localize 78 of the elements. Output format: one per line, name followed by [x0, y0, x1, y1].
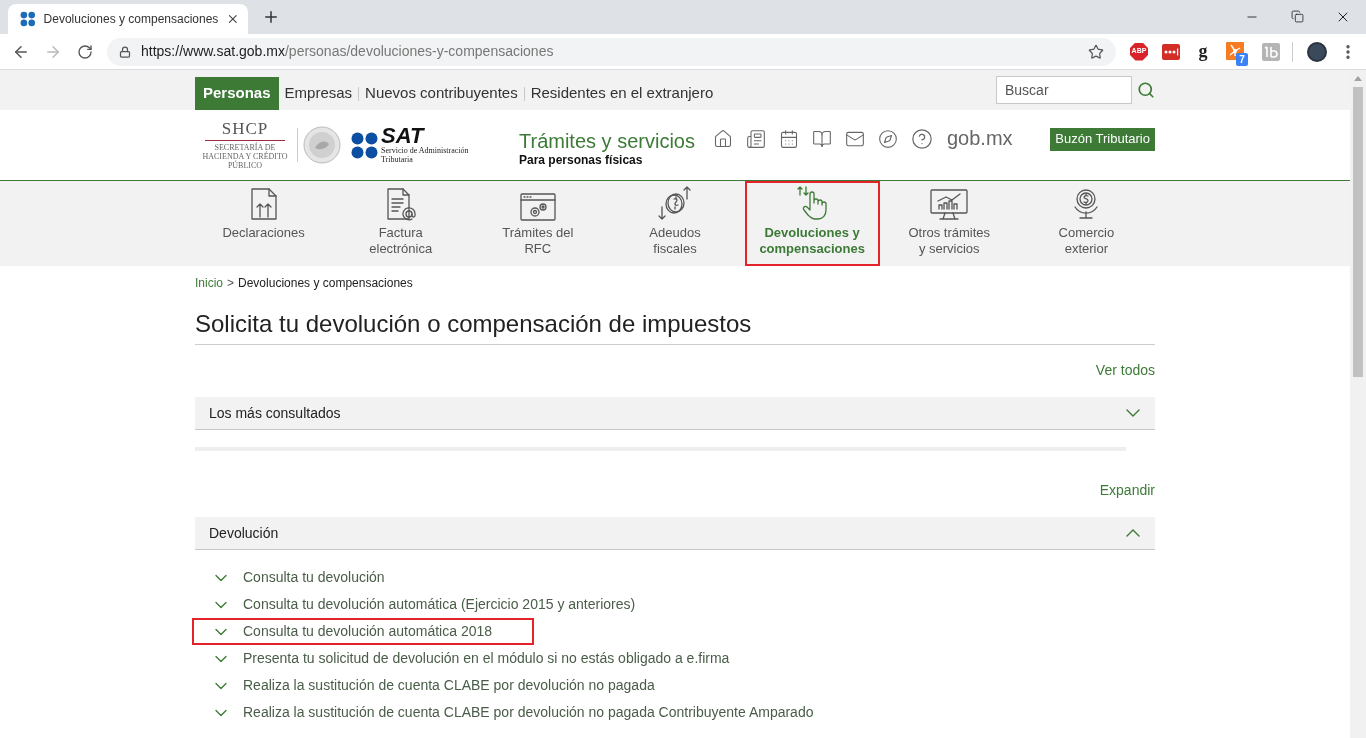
- home-icon[interactable]: [712, 129, 733, 149]
- list-link[interactable]: Consulta tu devolución automática (Ejercicio 2015 y anteriores): [192, 591, 678, 618]
- browser-tab[interactable]: Devoluciones y compensaciones: [8, 4, 248, 34]
- nav-item[interactable]: Trámites del RFC: [470, 181, 606, 266]
- tab-title: Devoluciones y compensaciones: [43, 11, 219, 28]
- notification-badge: 7: [1236, 52, 1248, 66]
- nav-item[interactable]: Otros trámites y servicios: [881, 181, 1017, 266]
- nav-label: Declaraciones: [222, 225, 305, 241]
- grammar-extension-button[interactable]: g: [1194, 41, 1212, 62]
- nav-label: Devoluciones y compensaciones: [759, 225, 865, 257]
- list-link[interactable]: Realiza la sustitución de cuenta CLABE por devolución no pagada Contribuyente Amparado: [192, 699, 856, 726]
- accordion-header[interactable]: Los más consultados: [195, 397, 1155, 430]
- close-tab-icon[interactable]: [226, 12, 240, 26]
- search-icon[interactable]: [1137, 81, 1155, 99]
- sat-logo-icon: [351, 131, 378, 159]
- nav-label: Comercio exterior: [1058, 225, 1115, 257]
- help-icon[interactable]: [910, 128, 933, 150]
- logo-text: SAT: [381, 126, 425, 146]
- section-subtitle: Para personas físicas: [519, 152, 644, 168]
- gob-logo[interactable]: gob.mx: [946, 123, 1013, 153]
- lock-icon: [119, 45, 131, 58]
- logo-subtitle: Servicio de Administración Tributaria: [381, 146, 470, 164]
- list-link[interactable]: Consulta tu devolución: [192, 564, 427, 591]
- logo-subtitle: SECRETARÍA DE HACIENDA Y CRÉDITO PÚBLICO: [201, 143, 289, 170]
- nav-label: Otros trámites y servicios: [908, 225, 991, 257]
- coin-arrows-icon: [657, 185, 693, 221]
- mail-icon[interactable]: [844, 129, 865, 149]
- compass-icon[interactable]: [877, 129, 898, 149]
- calendar-icon[interactable]: [778, 129, 799, 149]
- list-link[interactable]: Consulta tu devolución automática 2018: [192, 618, 535, 645]
- restore-icon[interactable]: [1291, 10, 1304, 23]
- nav-item[interactable]: Declaraciones: [196, 181, 332, 266]
- nav-label: Factura electrónica: [369, 225, 433, 257]
- monitor-chart-icon: [930, 189, 969, 221]
- search-field[interactable]: Buscar: [996, 76, 1132, 104]
- nav-item[interactable]: Adeudos fiscales: [607, 181, 743, 266]
- new-tab-icon[interactable]: [262, 8, 280, 26]
- scrollbar-thumb[interactable]: [1353, 87, 1363, 377]
- section-title: Trámites y servicios: [519, 128, 695, 153]
- book-icon[interactable]: [811, 129, 832, 149]
- list-link[interactable]: Presenta tu solicitud de devolución en el módulo si no estás obligado a e.firma: [192, 645, 772, 672]
- top-nav-link[interactable]: Nuevos contribuyentes: [359, 77, 524, 110]
- top-nav-link[interactable]: Residentes en el extranjero: [524, 77, 720, 110]
- nav-item[interactable]: Factura electrónica: [333, 181, 469, 266]
- nav-label: Trámites del RFC: [502, 225, 574, 257]
- logo-text: SHCP: [221, 120, 269, 138]
- address-bar[interactable]: https://www.sat.gob.mx/personas/devoluciones-y-compensaciones: [107, 37, 1116, 66]
- mailbox-button[interactable]: Buzón Tributario: [1050, 127, 1155, 151]
- newspaper-icon[interactable]: [745, 129, 766, 149]
- top-nav-link[interactable]: Personas: [195, 77, 279, 110]
- page-title: Solicita tu devolución o compensación de impuestos: [195, 309, 1155, 345]
- url-path: /personas/devoluciones-y-compensaciones: [284, 42, 554, 61]
- accordion-title: Devolución: [209, 523, 279, 543]
- view-all-link[interactable]: Ver todos: [1095, 361, 1155, 379]
- accordion-header[interactable]: Devolución: [195, 517, 1155, 550]
- bookmark-star-icon[interactable]: [1088, 43, 1104, 60]
- top-nav-link[interactable]: Empresas: [278, 77, 359, 110]
- network-extension-button[interactable]: 7: [1226, 41, 1248, 66]
- nav-label: Adeudos fiscales: [649, 225, 701, 257]
- expand-link[interactable]: Expandir: [1099, 481, 1155, 499]
- profile-avatar[interactable]: [1307, 41, 1327, 62]
- url-origin: https://www.sat.gob.mx: [141, 42, 285, 61]
- nav-item[interactable]: Comercio exterior: [1018, 181, 1154, 266]
- document-at-icon: [385, 187, 416, 221]
- breadcrumb-current: Devoluciones y compensaciones: [238, 276, 413, 290]
- seal-emblem-icon: [303, 126, 341, 164]
- hand-pointer-icon: [796, 185, 829, 221]
- window-gears-icon: [519, 193, 556, 221]
- list-link[interactable]: Realiza la sustitución de cuenta CLABE por devolución no pagada: [192, 672, 697, 699]
- favicon-icon: [20, 11, 36, 27]
- breadcrumb-separator: >: [227, 276, 235, 290]
- tile-extension-icon[interactable]: [1262, 42, 1280, 61]
- nav-item[interactable]: Devoluciones y compensaciones: [744, 181, 880, 266]
- password-extension-icon[interactable]: [1162, 43, 1180, 60]
- breadcrumb-link[interactable]: Inicio: [195, 276, 223, 290]
- reload-icon[interactable]: [77, 43, 93, 60]
- accordion-title: Los más consultados: [209, 403, 341, 423]
- document-arrows-icon: [249, 187, 278, 221]
